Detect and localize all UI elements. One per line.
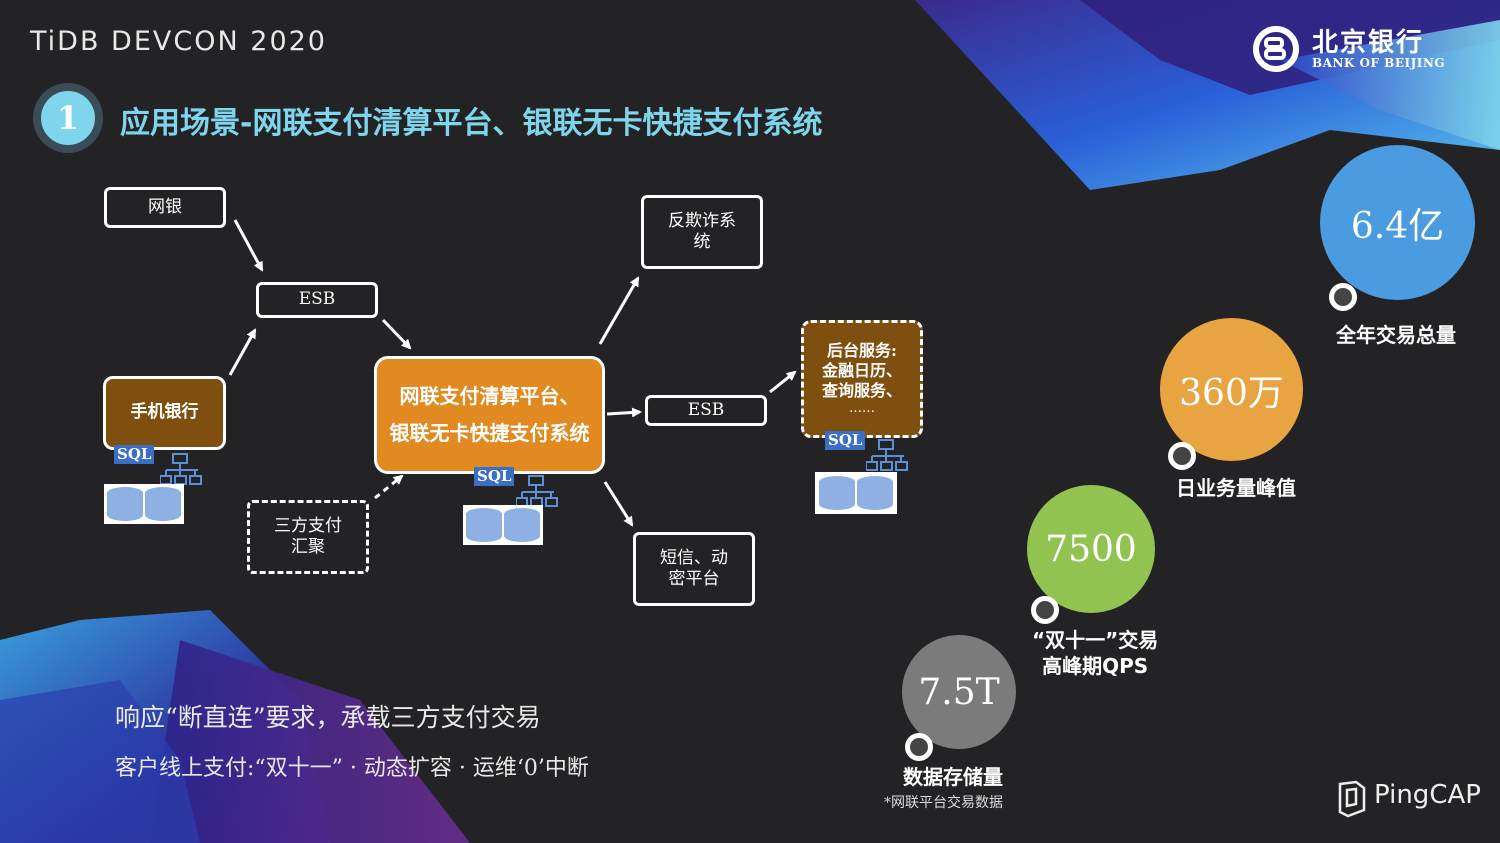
network-icon-backend bbox=[866, 439, 908, 471]
arrow-core-esb-right bbox=[606, 407, 642, 418]
database-icon-mobile bbox=[104, 484, 184, 524]
stat-label-annual: 全年交易总量 bbox=[1336, 323, 1456, 347]
database-icon-backend bbox=[815, 472, 897, 514]
stat-marker-qps bbox=[1031, 596, 1059, 624]
stat-bubble-daily-peak: 360万 bbox=[1160, 318, 1303, 461]
database-icon-core bbox=[463, 505, 543, 545]
node-esb-top: ESB bbox=[256, 282, 378, 318]
backend-line-3: 查询服务、 bbox=[821, 380, 902, 400]
node-core-platform: 网联支付清算平台、 银联无卡快捷支付系统 bbox=[374, 356, 605, 474]
stat-label-daily: 日业务量峰值 bbox=[1176, 476, 1296, 500]
node-anti-fraud: 反欺诈系统 bbox=[641, 195, 763, 269]
backend-line-2: 金融日历、 bbox=[821, 360, 902, 380]
node-third-party: 三方支付汇聚 bbox=[247, 500, 369, 574]
backend-line-4: …… bbox=[849, 400, 875, 416]
node-wangyin: 网银 bbox=[104, 187, 226, 228]
backend-line-1: 后台服务: bbox=[827, 340, 897, 360]
stat-marker-annual bbox=[1329, 283, 1357, 311]
arrow-wangyin-esb bbox=[233, 219, 264, 272]
arrow-esb-backend bbox=[769, 370, 797, 394]
stat-marker-daily bbox=[1168, 442, 1196, 470]
arrow-mobile-esb bbox=[228, 328, 257, 376]
sql-badge-mobile: SQL bbox=[114, 445, 155, 464]
core-line-2: 银联无卡快捷支付系统 bbox=[389, 421, 590, 445]
footnote: *网联平台交易数据 bbox=[884, 795, 1003, 811]
arrow-esb-core bbox=[381, 318, 412, 350]
stat-label-qps: “双十一”交易 高峰期QPS bbox=[1032, 627, 1158, 679]
stat-bubble-annual-volume: 6.4亿 bbox=[1320, 145, 1475, 300]
node-sms: 短信、动密平台 bbox=[633, 532, 755, 606]
stat-label-storage: 数据存储量 bbox=[903, 765, 1003, 789]
stat-bubble-storage: 7.5T bbox=[902, 635, 1016, 749]
pingcap-brand: PingCAP bbox=[1374, 780, 1481, 810]
node-esb-right: ESB bbox=[645, 395, 767, 426]
pingcap-logo-icon bbox=[1338, 780, 1366, 818]
arrow-core-antifraud bbox=[598, 276, 640, 345]
footer-line-2: 客户线上支付:“双十一” · 动态扩容 · 运维‘0’中断 bbox=[115, 756, 589, 781]
node-backend-services: 后台服务: 金融日历、 查询服务、 …… bbox=[801, 320, 923, 438]
node-mobile-bank: 手机银行 bbox=[103, 376, 226, 450]
stat-marker-storage bbox=[905, 733, 933, 761]
network-icon-core bbox=[516, 475, 558, 507]
stat-label-qps-line1: “双十一”交易 bbox=[1032, 628, 1159, 652]
stat-bubble-qps: 7500 bbox=[1027, 485, 1155, 613]
core-line-1: 网联支付清算平台、 bbox=[399, 384, 580, 408]
sql-badge-backend: SQL bbox=[825, 431, 866, 450]
sql-badge-core: SQL bbox=[474, 467, 515, 486]
arrow-core-sms bbox=[603, 481, 634, 527]
network-icon-mobile bbox=[160, 453, 202, 485]
stat-label-qps-line2: 高峰期QPS bbox=[1042, 654, 1149, 678]
footer-line-1: 响应“断直连”要求，承载三方支付交易 bbox=[115, 703, 541, 732]
arrow-third-core bbox=[374, 474, 404, 500]
